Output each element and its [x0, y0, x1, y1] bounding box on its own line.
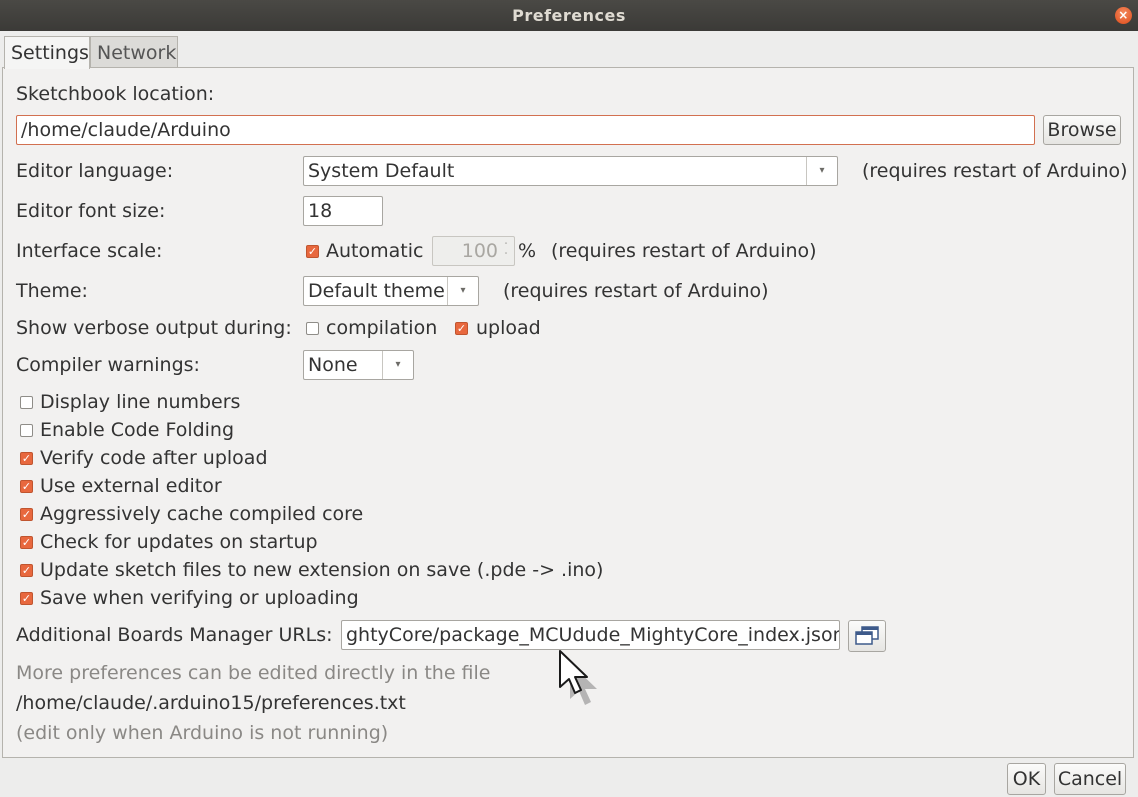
more-preferences-text: More preferences can be edited directly … — [16, 662, 491, 684]
window-title: Preferences — [512, 6, 626, 25]
boards-urls-label: Additional Boards Manager URLs: — [16, 624, 333, 646]
interface-scale-value: 100 — [461, 240, 498, 262]
display-line-numbers-checkbox[interactable] — [20, 396, 33, 409]
cache-core-label: Aggressively cache compiled core — [40, 503, 364, 525]
verbose-upload-label: upload — [476, 317, 541, 339]
save-on-verify-label: Save when verifying or uploading — [40, 587, 359, 609]
update-extension-checkbox[interactable]: ✓ — [20, 564, 33, 577]
font-size-input[interactable]: 18 — [303, 196, 383, 226]
theme-select[interactable]: Default theme ▾ — [303, 276, 479, 306]
check-updates-checkbox[interactable]: ✓ — [20, 536, 33, 549]
window-stack-icon — [855, 626, 879, 645]
theme-note: (requires restart of Arduino) — [503, 280, 769, 302]
automatic-scale-label: Automatic — [326, 240, 424, 262]
close-icon[interactable]: × — [1115, 7, 1132, 24]
font-size-label: Editor font size: — [16, 200, 166, 222]
compiler-warnings-value: None — [308, 354, 358, 376]
display-line-numbers-label: Display line numbers — [40, 391, 241, 413]
verbose-upload-checkbox[interactable]: ✓ — [455, 322, 468, 335]
tab-settings[interactable]: Settings — [4, 36, 90, 69]
spin-down-icon: ˅ — [504, 252, 508, 260]
compiler-warnings-label: Compiler warnings: — [16, 354, 200, 376]
verbose-output-label: Show verbose output during: — [16, 317, 292, 339]
verify-after-upload-checkbox[interactable]: ✓ — [20, 452, 33, 465]
boards-urls-input[interactable]: ghtyCore/package_MCUdude_MightyCore_inde… — [341, 620, 840, 650]
code-folding-checkbox[interactable] — [20, 424, 33, 437]
code-folding-label: Enable Code Folding — [40, 419, 235, 441]
save-on-verify-checkbox[interactable]: ✓ — [20, 592, 33, 605]
update-extension-label: Update sketch files to new extension on … — [40, 559, 604, 581]
editor-language-value: System Default — [308, 160, 455, 182]
sketchbook-label: Sketchbook location: — [16, 83, 215, 105]
edit-urls-button[interactable] — [848, 620, 886, 652]
verify-after-upload-label: Verify code after upload — [40, 447, 268, 469]
chevron-down-icon[interactable]: ▾ — [447, 277, 478, 305]
verbose-compilation-label: compilation — [326, 317, 438, 339]
cancel-button[interactable]: Cancel — [1054, 763, 1126, 795]
interface-scale-note: (requires restart of Arduino) — [551, 240, 817, 262]
compiler-warnings-select[interactable]: None ▾ — [303, 350, 414, 380]
editor-language-note: (requires restart of Arduino) — [862, 160, 1128, 182]
verbose-compilation-checkbox[interactable] — [306, 322, 319, 335]
interface-scale-spinner: 100 ˄ ˅ — [432, 236, 515, 266]
sketchbook-location-input[interactable]: /home/claude/Arduino — [16, 115, 1035, 145]
external-editor-label: Use external editor — [40, 475, 222, 497]
theme-value: Default theme — [308, 280, 445, 302]
preferences-file-path: /home/claude/.arduino15/preferences.txt — [16, 692, 406, 714]
percent-unit: % — [518, 240, 537, 262]
external-editor-checkbox[interactable]: ✓ — [20, 480, 33, 493]
editor-language-select[interactable]: System Default ▾ — [303, 156, 838, 186]
title-bar: Preferences × — [0, 0, 1138, 31]
editor-language-label: Editor language: — [16, 160, 174, 182]
mouse-pointer-icon — [559, 650, 597, 705]
check-updates-label: Check for updates on startup — [40, 531, 318, 553]
spin-up-icon: ˄ — [504, 242, 508, 250]
browse-button[interactable]: Browse — [1043, 115, 1121, 145]
edit-warning-text: (edit only when Arduino is not running) — [16, 722, 389, 744]
automatic-scale-checkbox[interactable]: ✓ — [306, 245, 319, 258]
interface-scale-label: Interface scale: — [16, 240, 163, 262]
tab-network[interactable]: Network — [90, 36, 178, 68]
ok-button[interactable]: OK — [1007, 763, 1046, 795]
chevron-down-icon[interactable]: ▾ — [806, 157, 837, 185]
cache-core-checkbox[interactable]: ✓ — [20, 508, 33, 521]
theme-label: Theme: — [16, 280, 88, 302]
chevron-down-icon[interactable]: ▾ — [382, 351, 413, 379]
